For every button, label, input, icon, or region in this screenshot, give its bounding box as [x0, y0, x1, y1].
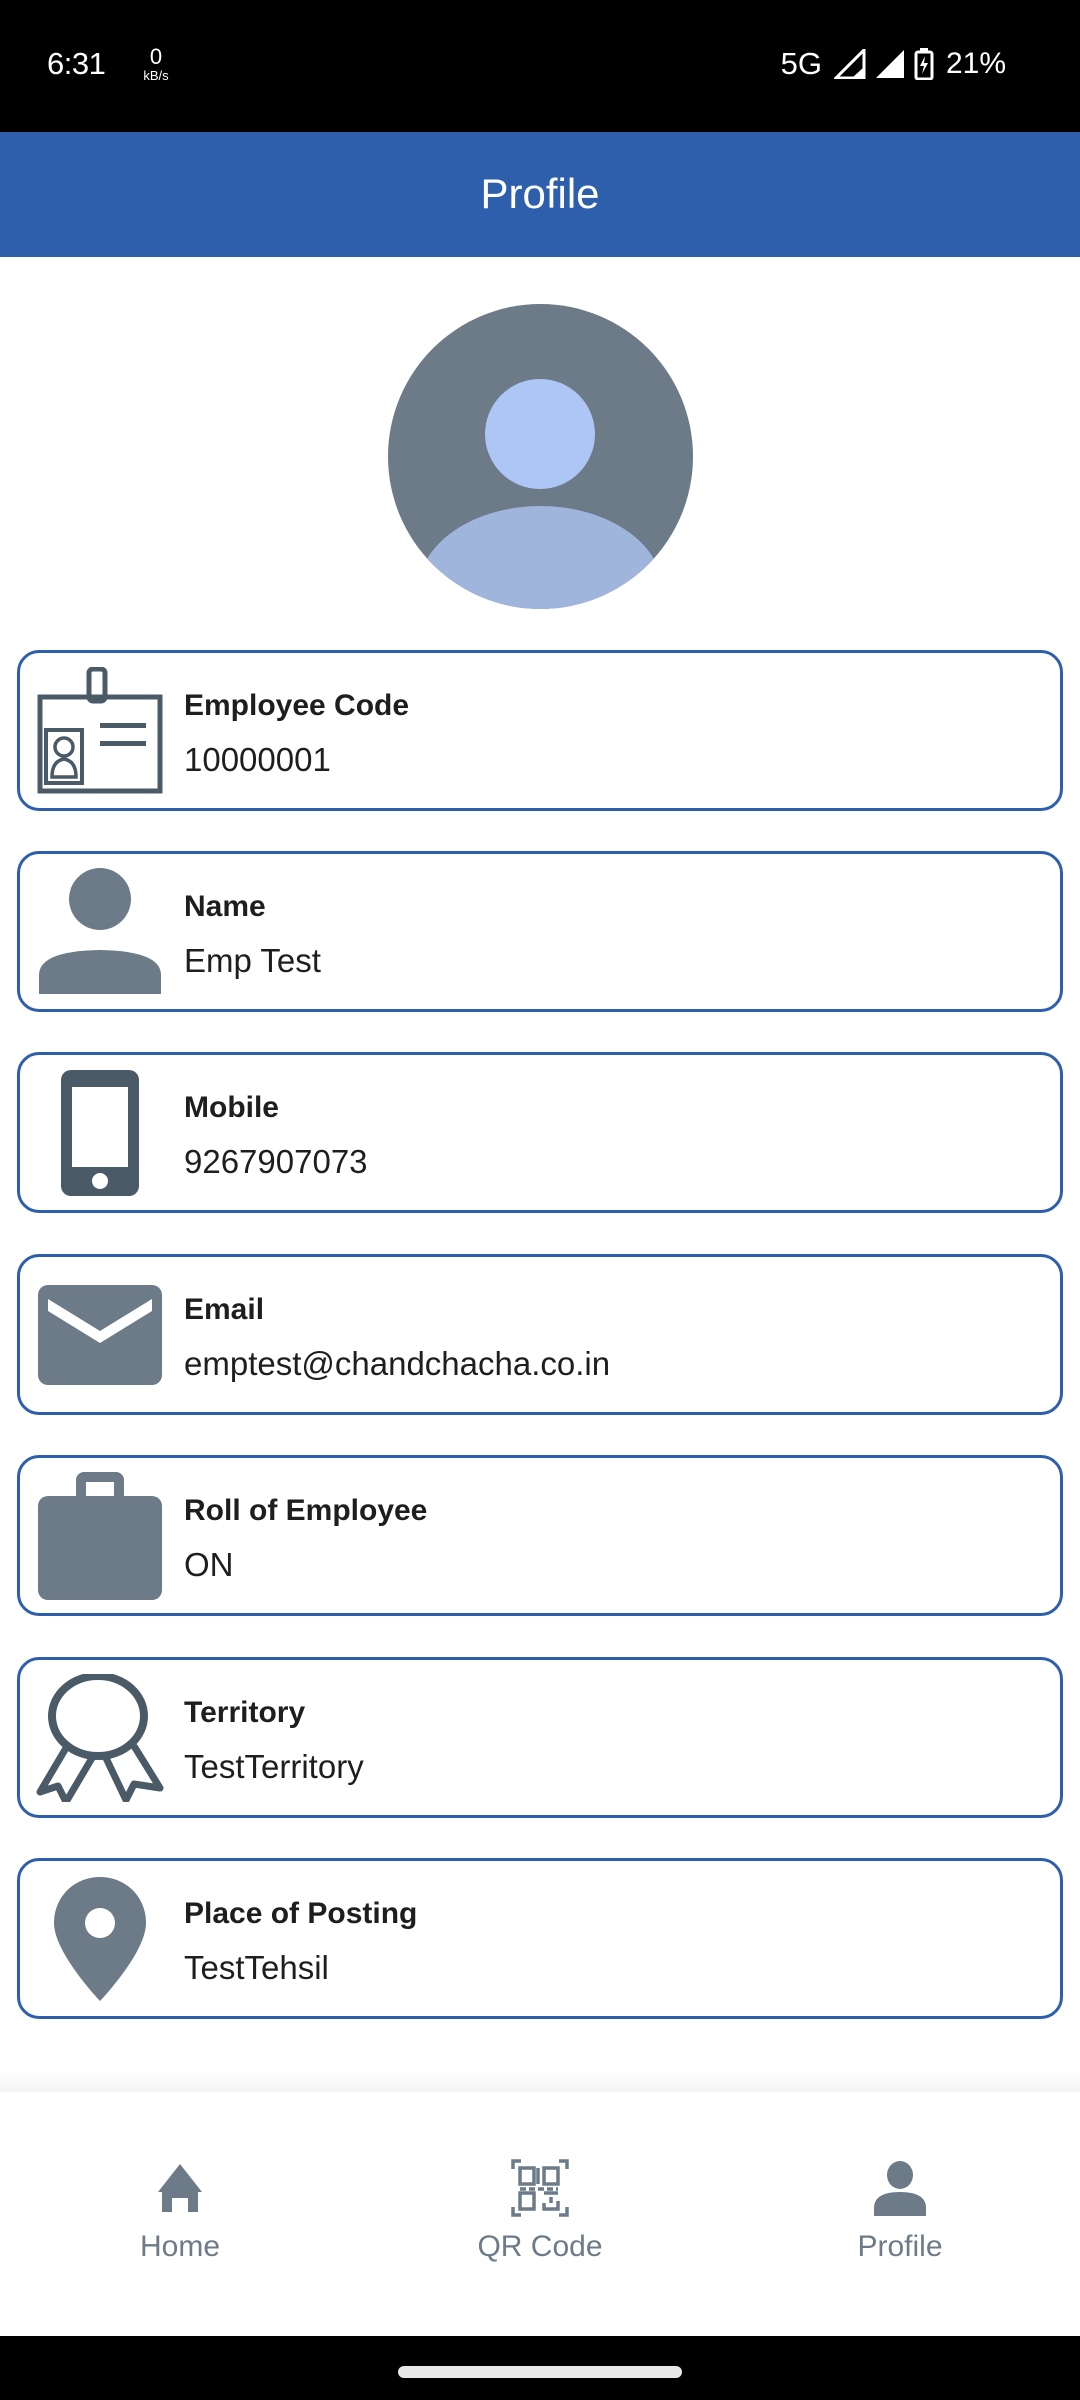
profile-field-email: Email emptest@chandchacha.co.in — [17, 1254, 1063, 1415]
field-value: 9267907073 — [184, 1143, 368, 1180]
field-label: Territory — [184, 1696, 306, 1729]
bottom-nav: Home QR Code Profile — [0, 2092, 1080, 2336]
field-value: ON — [184, 1546, 234, 1583]
profile-field-roll-of-employee: Roll of Employee ON — [17, 1455, 1063, 1616]
system-gesture-bar — [0, 2336, 1080, 2400]
field-label: Email — [184, 1293, 265, 1326]
bottom-nav-shadow — [0, 2070, 1080, 2094]
user-avatar-icon[interactable] — [388, 304, 693, 609]
home-icon — [150, 2158, 210, 2218]
profile-field-mobile: Mobile 9267907073 — [17, 1052, 1063, 1213]
field-value: TestTehsil — [184, 1949, 329, 1986]
status-indicators: 5G 21% — [781, 46, 1006, 82]
person-icon — [36, 868, 164, 996]
network-speed: 0 kB/s — [136, 44, 176, 83]
avatar-body — [418, 506, 663, 609]
mobile-phone-icon — [36, 1069, 164, 1197]
field-value: emptest@chandchacha.co.in — [184, 1345, 611, 1382]
page-title: Profile — [480, 169, 600, 217]
network-speed-value: 0 — [149, 44, 163, 69]
field-label: Roll of Employee — [184, 1494, 428, 1527]
gesture-handle[interactable] — [398, 2366, 682, 2378]
battery-percent: 21% — [945, 47, 1006, 80]
nav-item-home[interactable]: Home — [0, 2092, 360, 2336]
field-value: TestTerritory — [184, 1748, 364, 1785]
nav-item-profile[interactable]: Profile — [720, 2092, 1080, 2336]
field-value: 10000001 — [184, 741, 331, 778]
status-time: 6:31 — [47, 46, 106, 81]
signal-icon — [875, 50, 904, 78]
field-label: Name — [184, 890, 266, 923]
field-label: Mobile — [184, 1091, 279, 1124]
profile-field-place-of-posting: Place of Posting TestTehsil — [17, 1858, 1063, 2019]
envelope-icon — [36, 1271, 164, 1399]
field-label: Employee Code — [184, 689, 410, 722]
nav-label: Home — [139, 2230, 221, 2263]
profile-field-employee-code: Employee Code 10000001 — [17, 650, 1063, 811]
award-ribbon-icon — [36, 1674, 164, 1802]
location-pin-icon — [36, 1875, 164, 2003]
avatar-head — [485, 379, 595, 489]
id-badge-icon — [36, 667, 164, 795]
network-type: 5G — [780, 46, 822, 81]
nav-item-qr-code[interactable]: QR Code — [360, 2092, 720, 2336]
nav-label: Profile — [857, 2230, 943, 2263]
nav-label: QR Code — [477, 2230, 603, 2263]
qr-code-icon — [510, 2158, 570, 2218]
network-speed-unit: kB/s — [143, 68, 169, 83]
battery-charging-icon — [914, 48, 934, 80]
profile-field-name: Name Emp Test — [17, 851, 1063, 1012]
briefcase-icon — [36, 1472, 164, 1600]
field-label: Place of Posting — [184, 1897, 418, 1930]
signal-icon — [833, 49, 866, 79]
app-bar: Profile — [0, 132, 1080, 257]
profile-field-territory: Territory TestTerritory — [17, 1657, 1063, 1818]
status-bar: 6:31 0 kB/s 5G 21% — [0, 0, 1080, 132]
person-icon — [870, 2158, 930, 2218]
field-value: Emp Test — [184, 942, 321, 979]
